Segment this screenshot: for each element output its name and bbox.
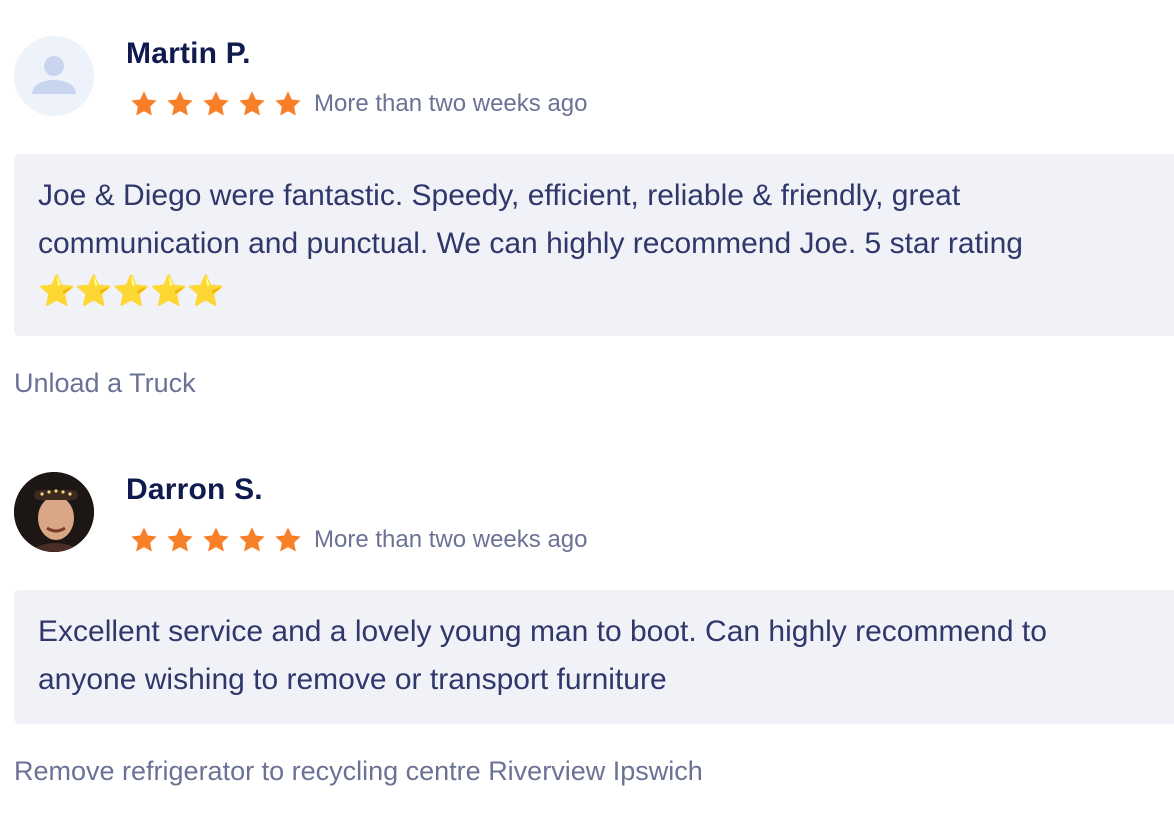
star-icon bbox=[164, 88, 196, 120]
star-rating bbox=[128, 88, 304, 120]
review-text: Joe & Diego were fantastic. Speedy, effi… bbox=[14, 154, 1174, 336]
star-icon bbox=[200, 88, 232, 120]
star-rating bbox=[128, 524, 304, 556]
reviewer-name: Martin P. bbox=[126, 37, 251, 70]
review-text: Excellent service and a lovely young man… bbox=[14, 590, 1174, 724]
star-icon bbox=[164, 524, 196, 556]
reviewer-name: Darron S. bbox=[126, 473, 263, 506]
avatar bbox=[14, 36, 94, 116]
star-icon bbox=[128, 524, 160, 556]
user-photo bbox=[14, 472, 94, 552]
person-placeholder-icon bbox=[32, 56, 76, 94]
avatar bbox=[14, 472, 94, 552]
review-date: More than two weeks ago bbox=[314, 90, 588, 117]
star-icon bbox=[200, 524, 232, 556]
star-icon bbox=[272, 524, 304, 556]
service-link[interactable]: Remove refrigerator to recycling centre … bbox=[14, 754, 703, 788]
star-icon bbox=[236, 524, 268, 556]
star-icon bbox=[236, 88, 268, 120]
service-link[interactable]: Unload a Truck bbox=[14, 366, 196, 400]
star-icon bbox=[272, 88, 304, 120]
star-icon bbox=[128, 88, 160, 120]
review-date: More than two weeks ago bbox=[314, 526, 588, 553]
